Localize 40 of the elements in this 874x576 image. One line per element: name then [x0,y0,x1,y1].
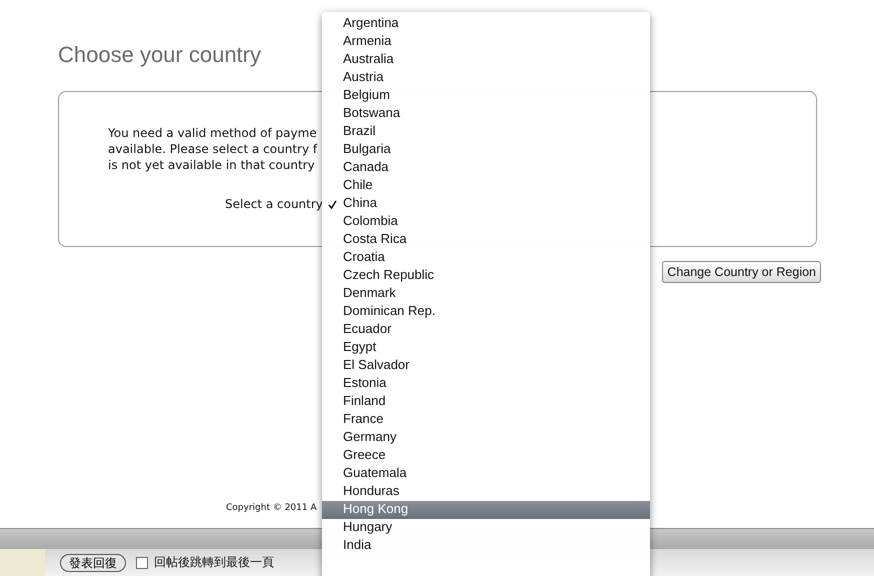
menu-item[interactable]: Austria [322,69,650,87]
checkbox[interactable] [136,556,148,568]
menu-item[interactable]: Estonia [322,375,650,393]
menu-item[interactable]: France [322,411,650,429]
menu-item[interactable]: Argentina [322,15,650,33]
message-text: available. Please select a country f [108,141,318,157]
menu-item[interactable]: Denmark [322,285,650,303]
menu-item[interactable]: Ecuador [322,321,650,339]
menu-item[interactable]: Honduras [322,483,650,501]
menu-item[interactable]: Canada [322,159,650,177]
menu-item[interactable]: Greece [322,447,650,465]
menu-item[interactable]: Guatemala [322,465,650,483]
menu-item[interactable]: Bulgaria [322,141,650,159]
menu-item[interactable]: Finland [322,393,650,411]
reply-button[interactable]: 發表回復 [60,554,126,572]
menu-item[interactable]: Hong Kong [322,501,650,519]
copyright-text: Copyright © 2011 A [226,503,317,513]
menu-item[interactable]: Botswana [322,105,650,123]
change-country-button[interactable]: Change Country or Region [662,261,821,283]
message-text: You need a valid method of payme [108,125,317,141]
menu-item[interactable]: India [322,537,650,555]
message-text: is not yet available in that country [108,157,315,173]
menu-item[interactable]: Belgium [322,87,650,105]
menu-item[interactable]: Czech Republic [322,267,650,285]
menu-item[interactable]: Hungary [322,519,650,537]
menu-item[interactable]: Chile [322,177,650,195]
page-title: Choose your country [58,42,261,68]
menu-item[interactable]: Egypt [322,339,650,357]
menu-item[interactable]: Costa Rica [322,231,650,249]
menu-item[interactable]: China [322,195,650,213]
select-label: Select a country [225,197,323,211]
menu-item[interactable]: Colombia [322,213,650,231]
menu-item[interactable]: Germany [322,429,650,447]
menu-item[interactable]: Armenia [322,33,650,51]
menu-item[interactable]: El Salvador [322,357,650,375]
checkbox-label: 回帖後跳轉到最後一頁 [154,554,274,571]
menu-item[interactable]: Australia [322,51,650,69]
menu-item[interactable]: Dominican Rep. [322,303,650,321]
menu-item[interactable]: Croatia [322,249,650,267]
menu-item[interactable]: Brazil [322,123,650,141]
